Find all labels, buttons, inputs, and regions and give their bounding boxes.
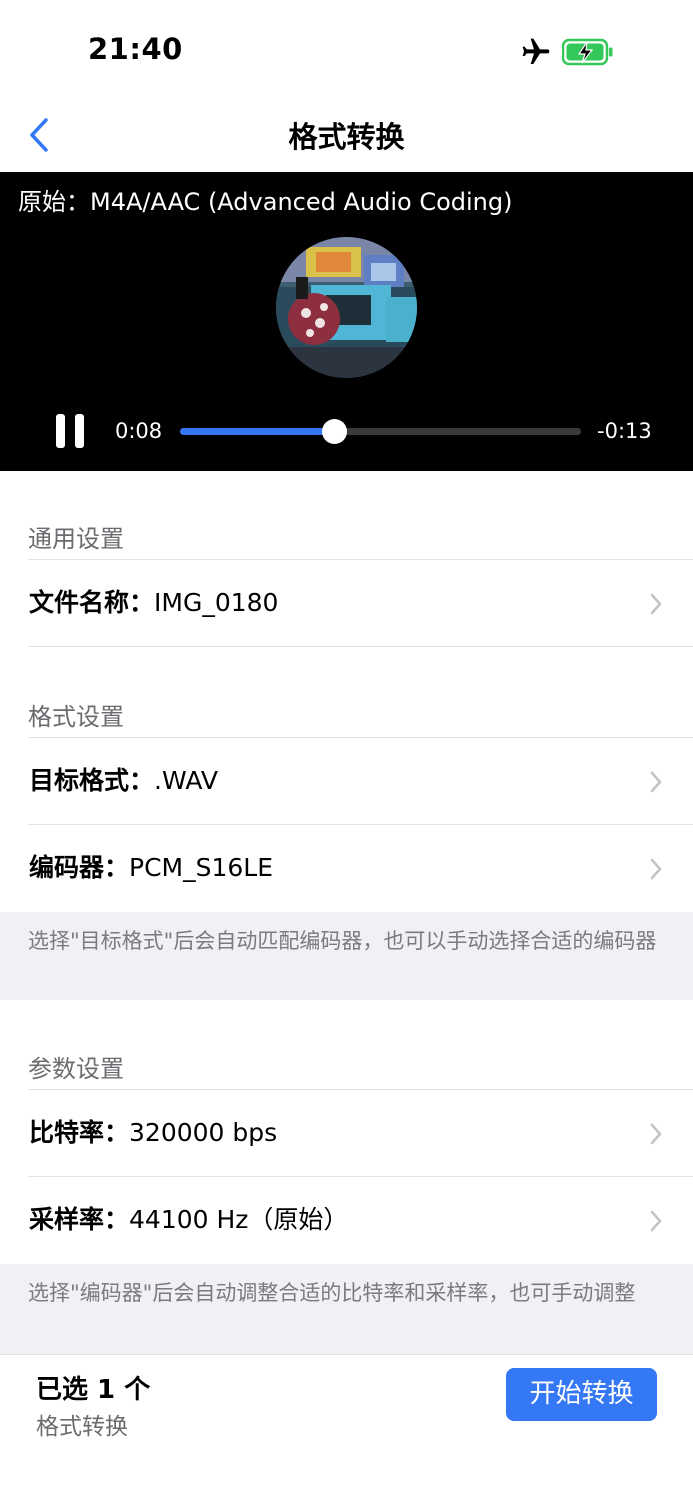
divider (28, 646, 693, 647)
pause-button[interactable] (56, 414, 86, 448)
divider (28, 824, 693, 825)
format-note: 选择"目标格式"后会自动匹配编码器，也可以手动选择合适的编码器 (0, 912, 693, 1000)
section-header-general: 通用设置 (28, 525, 124, 553)
battery-charging-icon (562, 38, 613, 66)
selected-count: 已选 1 个 (36, 1375, 151, 1405)
page-title: 格式转换 (288, 120, 405, 154)
selected-subtitle: 格式转换 (36, 1414, 128, 1440)
status-bar: 21:40 (0, 0, 693, 100)
album-artwork (276, 237, 417, 378)
file-name-row[interactable]: 文件名称：IMG_0180 (0, 559, 693, 647)
status-time: 21:40 (88, 32, 183, 66)
chevron-right-icon (650, 858, 662, 880)
divider (28, 1089, 693, 1090)
section-header-params: 参数设置 (28, 1055, 124, 1083)
divider (28, 559, 693, 560)
encoder-row[interactable]: 编码器：PCM_S16LE (0, 824, 693, 912)
samplerate-label: 采样率： (29, 1205, 130, 1234)
encoder-label: 编码器： (29, 853, 130, 882)
original-format-label: 原始：M4A/AAC (Advanced Audio Coding) (18, 188, 513, 216)
divider (28, 737, 693, 738)
file-name-value: IMG_0180 (154, 588, 279, 617)
airplane-icon (522, 38, 550, 64)
remaining-time: -0:13 (597, 419, 652, 443)
section-header-format: 格式设置 (28, 703, 124, 731)
samplerate-row[interactable]: 采样率：44100 Hz（原始） (0, 1176, 693, 1264)
target-format-value: .WAV (154, 766, 218, 795)
audio-player: 原始：M4A/AAC (Advanced Audio Coding) 0:08 (0, 172, 693, 471)
chevron-right-icon (650, 1123, 662, 1145)
encoder-value: PCM_S16LE (129, 853, 274, 882)
divider (28, 1176, 693, 1177)
chevron-right-icon (650, 771, 662, 793)
start-convert-button[interactable]: 开始转换 (506, 1368, 657, 1421)
params-note: 选择"编码器"后会自动调整合适的比特率和采样率，也可手动调整 (0, 1264, 693, 1354)
chevron-right-icon (650, 593, 662, 615)
bitrate-row[interactable]: 比特率：320000 bps (0, 1089, 693, 1177)
bitrate-label: 比特率： (29, 1118, 130, 1147)
bitrate-value: 320000 bps (129, 1118, 278, 1147)
target-format-row[interactable]: 目标格式：.WAV (0, 737, 693, 825)
progress-fill (180, 428, 335, 435)
samplerate-value: 44100 Hz（原始） (129, 1205, 349, 1234)
elapsed-time: 0:08 (115, 419, 163, 443)
target-format-label: 目标格式： (29, 766, 155, 795)
navigation-bar: 格式转换 (0, 100, 693, 172)
progress-slider[interactable] (180, 419, 581, 444)
bottom-action-bar: 已选 1 个 格式转换 开始转换 (0, 1354, 693, 1500)
file-name-label: 文件名称： (29, 588, 155, 617)
chevron-right-icon (650, 1210, 662, 1232)
progress-thumb[interactable] (322, 419, 348, 444)
